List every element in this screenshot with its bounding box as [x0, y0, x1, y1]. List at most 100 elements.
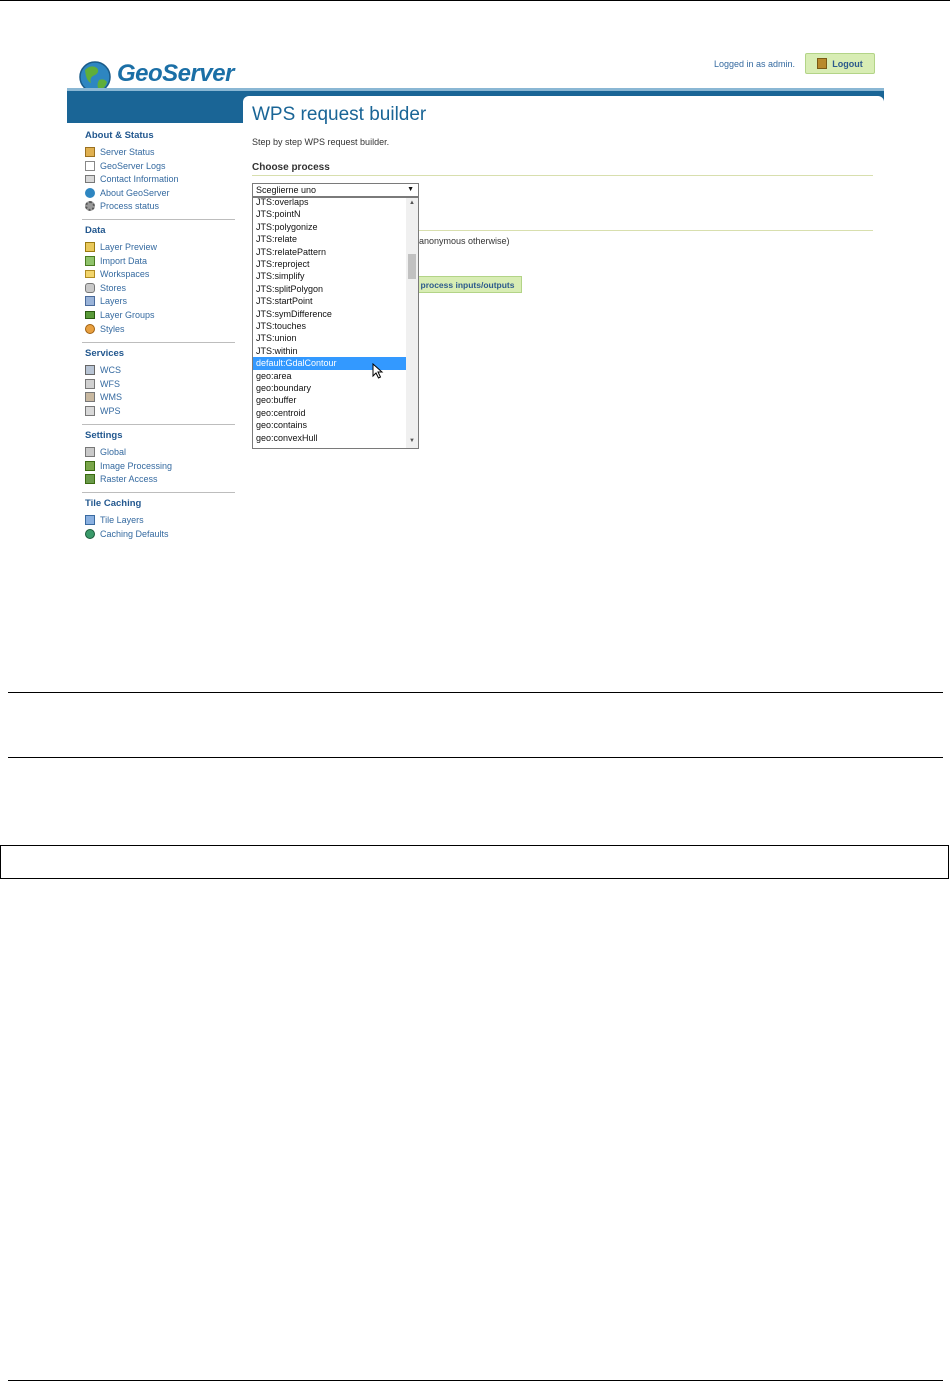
sidebar-item-label: About GeoServer	[100, 188, 170, 198]
bottom-rule	[8, 1380, 943, 1381]
sidebar-item-layers[interactable]: Layers	[85, 296, 127, 306]
sidebar-item-wps[interactable]: WPS	[85, 406, 121, 416]
process-option[interactable]: geo:buffer	[253, 394, 406, 406]
globe-grid-icon	[85, 529, 95, 539]
sidebar-item-about-geoserver[interactable]: About GeoServer	[85, 188, 170, 198]
process-option[interactable]: JTS:relatePattern	[253, 246, 406, 258]
process-option[interactable]: JTS:simplify	[253, 270, 406, 282]
sidebar-item-server-status[interactable]: Server Status	[85, 147, 155, 157]
raster-icon	[85, 474, 95, 484]
sidebar-item-label: Stores	[100, 283, 127, 293]
process-inputs-outputs-button[interactable]: process inputs/outputs	[413, 276, 522, 293]
logo-text: GeoServer	[117, 60, 234, 87]
process-select-value: Sceglierne uno	[256, 185, 317, 195]
sidebar-divider	[82, 492, 235, 493]
service-wms-icon	[85, 392, 95, 402]
process-option[interactable]: geo:contains	[253, 419, 406, 431]
logout-button[interactable]: Logout	[805, 53, 875, 74]
process-option[interactable]: JTS:pointN	[253, 208, 406, 220]
sidebar-item-stores[interactable]: Stores	[85, 283, 126, 293]
sidebar-item-label: Import Data	[100, 256, 148, 266]
server-status-icon	[85, 147, 95, 157]
rule-b	[8, 757, 943, 758]
sidebar-item-process-status[interactable]: Process status	[85, 201, 159, 211]
sidebar-item-label: Caching Defaults	[100, 529, 169, 539]
process-option[interactable]: JTS:within	[253, 345, 406, 357]
service-wcs-icon	[85, 365, 95, 375]
sidebar-item-image-processing[interactable]: Image Processing	[85, 461, 172, 471]
sidebar-section-services: Services	[85, 348, 125, 359]
process-option[interactable]: JTS:touches	[253, 320, 406, 332]
door-icon	[817, 58, 828, 69]
sidebar-item-label: Layer Preview	[100, 242, 158, 252]
sidebar-item-raster-access[interactable]: Raster Access	[85, 474, 158, 484]
scroll-down-icon[interactable]: ▼	[409, 438, 415, 444]
process-option[interactable]: JTS:startPoint	[253, 295, 406, 307]
database-icon	[85, 283, 95, 293]
process-option[interactable]: geo:boundary	[253, 382, 406, 394]
sidebar-item-contact-information[interactable]: Contact Information	[85, 174, 179, 184]
sidebar-item-global[interactable]: Global	[85, 447, 126, 457]
scrollbar-thumb[interactable]	[408, 254, 416, 279]
mouse-cursor-icon	[372, 363, 384, 379]
log-file-icon	[85, 161, 95, 171]
section-rule	[252, 175, 873, 176]
sidebar-item-workspaces[interactable]: Workspaces	[85, 269, 149, 279]
sidebar-section-settings: Settings	[85, 430, 123, 441]
top-rule	[0, 0, 950, 1]
sidebar-item-import-data[interactable]: Import Data	[85, 256, 147, 266]
layer-groups-icon	[85, 311, 95, 319]
process-option[interactable]: JTS:polygonize	[253, 221, 406, 233]
sidebar-section-data: Data	[85, 225, 106, 236]
sidebar-item-wcs[interactable]: WCS	[85, 365, 121, 375]
sidebar-divider	[82, 424, 235, 425]
header-band-highlight	[67, 88, 884, 91]
sidebar-item-label: GeoServer Logs	[100, 161, 166, 171]
chevron-down-icon: ▼	[407, 186, 414, 193]
sidebar-item-label: Server Status	[100, 147, 155, 157]
sidebar-item-styles[interactable]: Styles	[85, 324, 125, 334]
choose-process-label: Choose process	[252, 162, 330, 173]
sidebar-item-wfs[interactable]: WFS	[85, 379, 120, 389]
image-icon	[85, 461, 95, 471]
sidebar-item-label: Styles	[100, 324, 125, 334]
process-option[interactable]: JTS:splitPolygon	[253, 283, 406, 295]
sidebar-item-label: Workspaces	[100, 269, 150, 279]
sidebar-item-label: Contact Information	[100, 174, 179, 184]
process-option[interactable]: geo:convexHull	[253, 432, 406, 444]
globe-small-icon	[85, 188, 95, 198]
logout-label: Logout	[832, 58, 863, 69]
sidebar-item-geoserver-logs[interactable]: GeoServer Logs	[85, 161, 166, 171]
sidebar-item-label: Image Processing	[100, 461, 173, 471]
anonymous-note: anonymous otherwise)	[419, 236, 510, 246]
sidebar-item-caching-defaults[interactable]: Caching Defaults	[85, 529, 169, 539]
scroll-up-icon[interactable]: ▲	[409, 200, 415, 206]
sidebar-divider	[82, 342, 235, 343]
process-dropdown-list[interactable]: JTS:overlaps JTS:pointN JTS:polygonize J…	[252, 197, 419, 449]
service-wfs-icon	[85, 379, 95, 389]
sidebar-item-label: Raster Access	[100, 474, 158, 484]
process-select[interactable]: Sceglierne uno ▼	[252, 183, 419, 197]
sidebar-item-layer-groups[interactable]: Layer Groups	[85, 310, 155, 320]
process-option[interactable]: JTS:relate	[253, 233, 406, 245]
sidebar-item-label: WMS	[100, 392, 122, 402]
process-option[interactable]: JTS:overlaps	[253, 198, 406, 208]
sidebar-divider	[82, 219, 235, 220]
sidebar-item-label: Tile Layers	[100, 515, 144, 525]
dropdown-scrollbar[interactable]: ▲ ▼	[406, 198, 418, 448]
process-option[interactable]: geo:centroid	[253, 407, 406, 419]
map-preview-icon	[85, 242, 95, 252]
folder-icon	[85, 270, 95, 278]
sidebar-item-layer-preview[interactable]: Layer Preview	[85, 242, 157, 252]
rule-a	[8, 692, 943, 693]
sidebar-item-wms[interactable]: WMS	[85, 392, 122, 402]
sidebar-item-tile-layers[interactable]: Tile Layers	[85, 515, 144, 525]
process-option[interactable]: JTS:union	[253, 332, 406, 344]
layers-icon	[85, 296, 95, 306]
sidebar-item-label: Layers	[100, 296, 128, 306]
sidebar-section-about-status: About & Status	[85, 130, 154, 141]
sidebar: About & Status Server Status GeoServer L…	[67, 123, 243, 553]
process-option[interactable]: JTS:reproject	[253, 258, 406, 270]
sidebar-item-label: WCS	[100, 365, 121, 375]
process-option[interactable]: JTS:symDifference	[253, 308, 406, 320]
